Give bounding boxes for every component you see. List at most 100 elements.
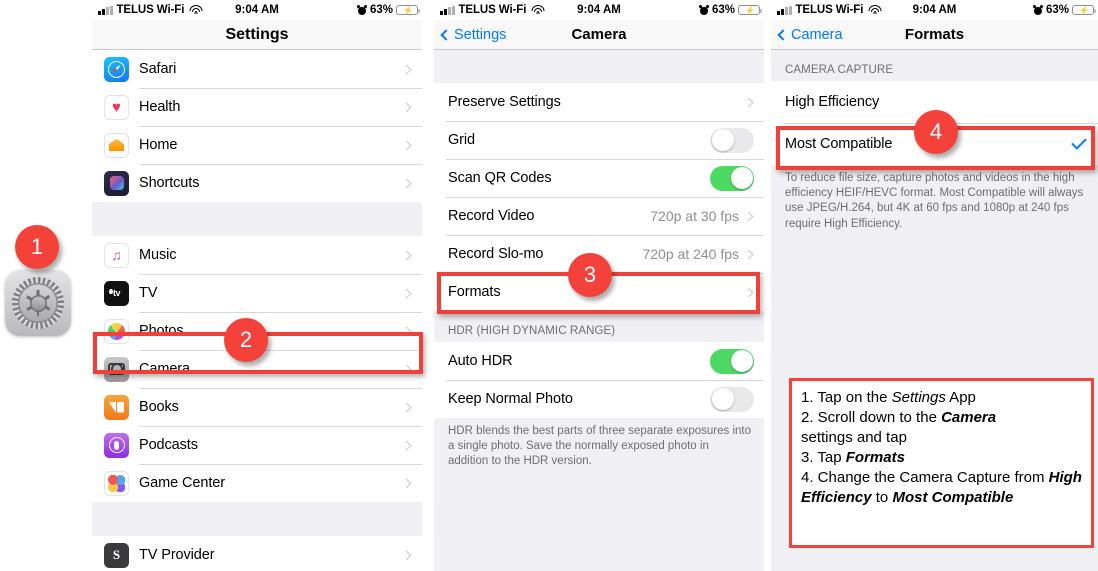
row-label: Most Compatible — [785, 136, 893, 152]
camera-settings-scroll[interactable]: Preserve Settings Grid Scan QR Codes Rec… — [434, 50, 764, 571]
row-keep-normal-photo[interactable]: Keep Normal Photo — [434, 380, 764, 418]
nav-bar-formats: Camera Formats — [771, 20, 1098, 50]
status-bar-right: 63% ⚡ — [356, 4, 421, 16]
camera-group-hdr: Auto HDR Keep Normal Photo — [434, 342, 764, 418]
settings-group-apps-2: Music TV Photos Camera Books — [92, 236, 422, 502]
chevron-right-icon — [401, 64, 412, 74]
home-icon — [104, 132, 129, 158]
back-button-camera[interactable]: Camera — [777, 26, 843, 43]
row-label: Scan QR Codes — [448, 170, 552, 186]
health-icon — [104, 94, 129, 120]
status-bar: TELUS Wi-Fi 9:04 AM 63% ⚡ — [434, 0, 764, 20]
gear-spoke — [37, 295, 50, 305]
gear-spoke — [36, 290, 40, 303]
row-scan-qr-codes[interactable]: Scan QR Codes — [434, 159, 764, 197]
row-auto-hdr[interactable]: Auto HDR — [434, 342, 764, 380]
wifi-icon — [531, 5, 545, 15]
settings-list-scroll[interactable]: Safari Health Home Shortcuts — [92, 50, 422, 571]
safari-icon — [104, 56, 129, 82]
alarm-clock-icon — [698, 4, 710, 15]
battery-percent-label: 63% — [1045, 4, 1069, 16]
checkmark-icon — [1071, 134, 1087, 150]
row-label: Auto HDR — [448, 353, 513, 369]
section-header-hdr: HDR (HIGH DYNAMIC RANGE) — [448, 325, 616, 337]
signal-bars-icon — [777, 5, 792, 15]
back-button-label: Camera — [791, 26, 843, 43]
sidebar-item-safari[interactable]: Safari — [92, 50, 422, 88]
instruction-line-4: 4. Change the Camera Capture from High E… — [801, 468, 1082, 508]
alarm-clock-icon — [356, 4, 368, 15]
instruction-1-pre: 1. Tap on the — [801, 389, 892, 406]
row-label: Home — [139, 137, 178, 153]
sidebar-item-music[interactable]: Music — [92, 236, 422, 274]
settings-app-icon[interactable] — [5, 270, 71, 336]
instruction-3-emphasis: Formats — [845, 448, 905, 466]
callout-badge-3: 3 — [568, 253, 612, 297]
tv-icon — [104, 280, 129, 306]
sidebar-item-books[interactable]: Books — [92, 388, 422, 426]
auto-hdr-toggle[interactable] — [710, 348, 754, 374]
status-bar-left: TELUS Wi-Fi — [98, 4, 203, 16]
gear-icon — [12, 277, 64, 329]
keep-normal-photo-toggle[interactable] — [710, 386, 754, 412]
instruction-1-emphasis: Settings — [891, 389, 946, 406]
sidebar-item-home[interactable]: Home — [92, 126, 422, 164]
music-icon — [104, 242, 129, 268]
group-separator — [92, 502, 422, 536]
instruction-3-pre: 3. Tap — [801, 448, 846, 466]
row-label: Books — [139, 399, 179, 415]
status-bar-right: 63% ⚡ — [1032, 4, 1097, 16]
row-label: TV — [139, 285, 158, 301]
row-label: Photos — [139, 323, 184, 339]
wifi-icon — [189, 5, 203, 15]
row-label: Preserve Settings — [448, 94, 561, 110]
chevron-right-icon — [401, 550, 412, 560]
toggle-knob — [730, 350, 753, 372]
row-label: Health — [139, 99, 181, 115]
row-label: High Efficiency — [785, 94, 880, 110]
scan-qr-codes-toggle[interactable] — [710, 165, 754, 191]
row-label: Record Slo-mo — [448, 246, 544, 262]
sidebar-item-tv-provider[interactable]: TV Provider — [92, 536, 422, 571]
carrier-label: TELUS Wi-Fi — [458, 4, 527, 16]
row-grid[interactable]: Grid — [434, 121, 764, 159]
chevron-right-icon — [401, 288, 412, 298]
row-label: Safari — [139, 61, 177, 77]
instruction-line-2b: settings and tap — [801, 428, 1082, 448]
sidebar-item-game-center[interactable]: Game Center — [92, 464, 422, 502]
shortcuts-icon — [104, 170, 129, 196]
sidebar-item-podcasts[interactable]: Podcasts — [92, 426, 422, 464]
toggle-knob — [730, 167, 753, 189]
sidebar-item-tv[interactable]: TV — [92, 274, 422, 312]
chevron-right-icon — [401, 364, 412, 374]
status-bar-right: 63% ⚡ — [698, 4, 763, 16]
page-title: Settings — [225, 25, 289, 43]
row-label: Formats — [448, 284, 501, 300]
chevron-left-icon — [777, 28, 789, 41]
instruction-line-1: 1. Tap on the Settings App — [801, 388, 1082, 408]
books-icon — [104, 394, 129, 420]
chevron-right-icon — [743, 211, 754, 221]
chevron-left-icon — [440, 28, 452, 41]
chevron-right-icon — [401, 102, 412, 112]
chevron-right-icon — [401, 326, 412, 336]
chevron-right-icon — [743, 249, 754, 259]
instruction-4-mid: to — [871, 488, 893, 506]
row-preserve-settings[interactable]: Preserve Settings — [434, 83, 764, 121]
back-button-settings[interactable]: Settings — [440, 26, 507, 43]
instruction-1-post: App — [945, 389, 976, 406]
row-label: TV Provider — [139, 547, 215, 563]
phone-screen-settings: TELUS Wi-Fi 9:04 AM 63% ⚡ Settings Safar… — [92, 0, 422, 571]
row-record-video[interactable]: Record Video 720p at 30 fps — [434, 197, 764, 235]
camera-capture-header-wrap: CAMERA CAPTURE — [771, 64, 1098, 81]
sidebar-item-shortcuts[interactable]: Shortcuts — [92, 164, 422, 202]
grid-toggle[interactable] — [710, 127, 754, 153]
group-separator — [92, 202, 422, 236]
battery-charging-icon: ⚡ — [396, 4, 421, 16]
instruction-line-2: 2. Scroll down to the Camera — [801, 408, 1082, 428]
sidebar-item-health[interactable]: Health — [92, 88, 422, 126]
battery-charging-icon: ⚡ — [1072, 4, 1097, 16]
battery-percent-label: 63% — [369, 4, 393, 16]
row-label: Keep Normal Photo — [448, 391, 573, 407]
back-button-label: Settings — [454, 26, 507, 43]
